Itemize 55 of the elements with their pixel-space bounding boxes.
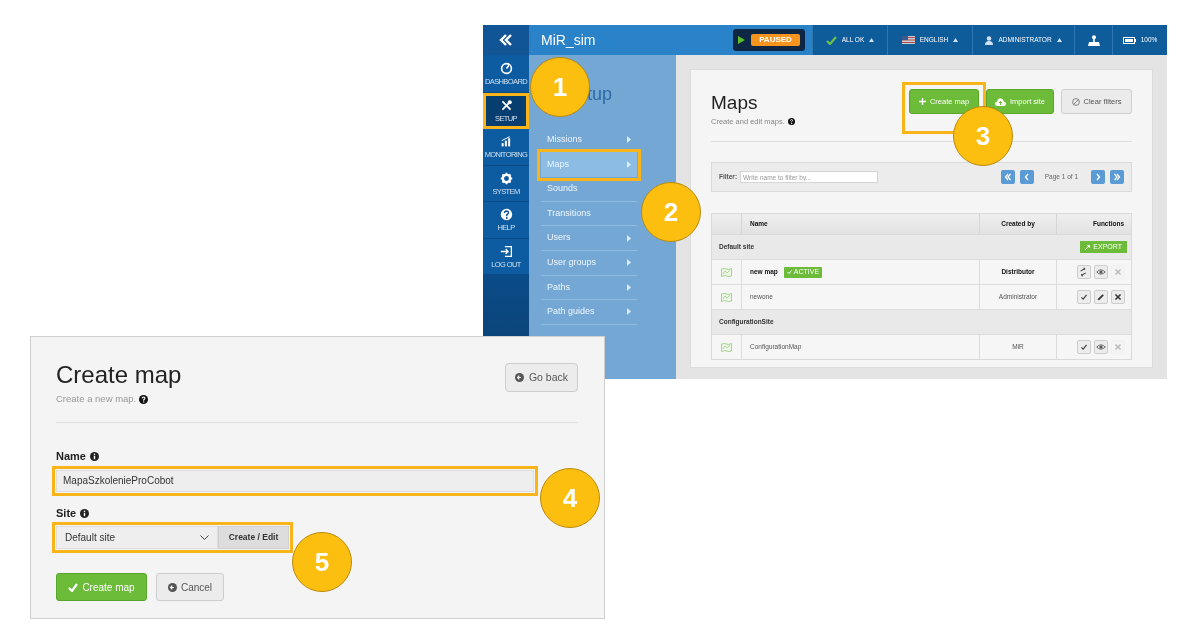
ban-icon [1071, 97, 1080, 106]
app-title: MiR_sim [540, 30, 597, 50]
help-icon [787, 118, 795, 126]
eye-button[interactable] [1094, 265, 1108, 280]
caret-icon [869, 38, 875, 42]
check-icon [68, 582, 79, 592]
arrow-icon [1085, 244, 1091, 250]
arrow-left-icon [514, 373, 524, 382]
info-icon [89, 452, 99, 461]
text-field[interactable]: MapaSzkolenieProCobot [56, 469, 534, 492]
arrow-left-icon [167, 582, 177, 592]
bar-chart-icon [499, 135, 513, 148]
pencil-button[interactable] [1094, 290, 1108, 305]
create-edit-button[interactable]: Create / Edit [218, 526, 289, 550]
eye-button[interactable] [1094, 340, 1108, 355]
flag-icon [901, 36, 915, 44]
status-item[interactable] [1074, 25, 1112, 55]
close-button[interactable] [1111, 290, 1125, 305]
status-badge: PAUSED [751, 34, 800, 46]
last-page-icon[interactable] [1110, 170, 1124, 185]
battery-icon [1122, 36, 1136, 44]
user-icon [985, 35, 994, 45]
field-label: Site [56, 505, 77, 521]
gear-icon [499, 171, 513, 185]
form-title: Create map [56, 363, 182, 387]
cloud-upload-icon [995, 97, 1006, 106]
back-button[interactable]: Go back [505, 363, 578, 392]
previous-page-icon[interactable] [1019, 170, 1034, 185]
cancel-button[interactable]: Cancel [156, 573, 224, 602]
map-icon [721, 267, 732, 277]
check-button[interactable] [1077, 290, 1091, 305]
chevron-down-icon [200, 535, 209, 541]
check-icon [786, 270, 792, 275]
check-icon [825, 35, 837, 45]
play-icon[interactable] [738, 36, 745, 44]
logout-icon [499, 244, 513, 258]
info-icon [80, 508, 90, 518]
page-title: Maps [711, 93, 759, 112]
joystick-icon [1087, 34, 1100, 46]
first-page-icon[interactable] [1000, 170, 1015, 185]
gauge-icon [499, 62, 513, 75]
help-icon [499, 208, 513, 221]
field-label: Name [56, 449, 86, 465]
check-button[interactable] [1077, 340, 1091, 355]
tools-icon [499, 98, 513, 112]
caret-icon [953, 38, 959, 42]
map-icon [721, 342, 732, 352]
help-icon [139, 394, 149, 404]
collapse-icon[interactable] [499, 34, 513, 46]
caret-icon [1056, 38, 1062, 42]
form-subtitle: Create a new map. [56, 392, 137, 406]
plus-icon [918, 98, 926, 105]
next-page-icon[interactable] [1091, 170, 1105, 185]
select-field[interactable]: Default site [56, 526, 218, 550]
map-icon [721, 292, 732, 302]
